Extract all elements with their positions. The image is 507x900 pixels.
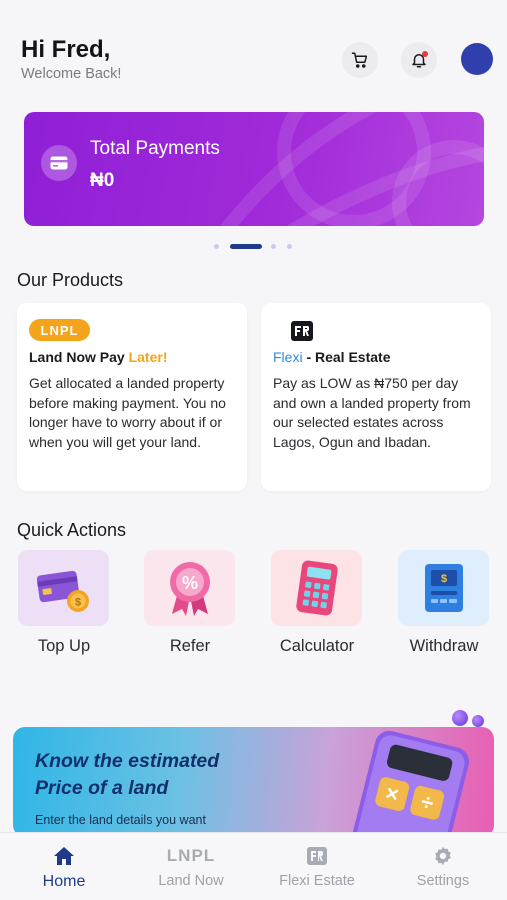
greeting-title: Hi Fred,	[21, 36, 111, 63]
promo-subtitle: Enter the land details you want	[35, 813, 206, 827]
credit-card-icon	[50, 156, 68, 170]
heading-accent: Flexi	[273, 349, 303, 365]
atm-icon: $	[424, 564, 463, 612]
header: Hi Fred, Welcome Back!	[0, 0, 507, 100]
product-card-heading: Land Now Pay Later!	[29, 349, 167, 365]
tab-icon-wrap	[393, 845, 493, 867]
promo-title: Know the estimated Price of a land	[35, 750, 220, 799]
action-top-up[interactable]: $ Top Up	[18, 550, 110, 656]
calculator-icon	[295, 560, 338, 616]
tab-home[interactable]: Home	[14, 845, 114, 891]
banner-pattern	[219, 112, 484, 226]
tab-icon-wrap: LNPL	[141, 845, 241, 867]
lnpl-logo-icon: LNPL	[166, 846, 216, 865]
product-card-heading: Flexi - Real Estate	[273, 349, 391, 365]
tab-settings[interactable]: Settings	[393, 845, 493, 889]
lnpl-logo: LNPL	[29, 319, 90, 341]
total-payments-label: Total Payments	[90, 138, 220, 159]
action-withdraw[interactable]: $ Withdraw	[398, 550, 490, 656]
tab-label: Land Now	[158, 873, 224, 889]
land-price-estimator-banner[interactable]: × ÷ Know the estimated Price of a land E…	[13, 727, 494, 837]
decor-bubble	[452, 710, 468, 726]
banner-card-icon-wrap	[41, 145, 77, 181]
product-card-description: Get allocated a landed property before m…	[29, 375, 226, 450]
action-label: Calculator	[279, 637, 355, 655]
calculator-illustration: × ÷	[350, 730, 470, 837]
tab-label: Home	[42, 873, 86, 890]
flexi-logo	[291, 321, 313, 341]
flexi-estate-icon	[307, 847, 327, 865]
cart-button[interactable]	[342, 42, 378, 78]
product-card-lnpl[interactable]: LNPL Land Now Pay Later! Get allocated a…	[17, 303, 247, 491]
gear-icon	[435, 846, 451, 866]
bottom-tab-bar: Home LNPL Land Now Flexi Estate Settings	[0, 832, 507, 900]
product-card-description: Pay as LOW as ₦750 per day and own a lan…	[273, 375, 471, 450]
svg-text:$: $	[74, 597, 80, 609]
action-label: Refer	[169, 637, 211, 655]
products-section-title: Our Products	[17, 270, 124, 290]
tab-label: Flexi Estate	[279, 873, 355, 889]
notifications-button[interactable]	[401, 42, 437, 78]
tab-flexi-estate[interactable]: Flexi Estate	[267, 845, 367, 889]
tab-land-now[interactable]: LNPL Land Now	[141, 845, 241, 889]
flexi-logo-mark	[295, 326, 309, 336]
total-payments-card[interactable]: Total Payments ₦0	[24, 112, 484, 226]
product-card-flexi[interactable]: Flexi - Real Estate Pay as LOW as ₦750 p…	[261, 303, 491, 491]
action-calculator[interactable]: Calculator	[271, 550, 363, 656]
welcome-subtitle: Welcome Back!	[21, 66, 122, 82]
avatar[interactable]	[461, 43, 493, 75]
action-refer[interactable]: % Refer	[144, 550, 236, 656]
carousel-indicator	[0, 244, 507, 250]
action-label: Top Up	[37, 637, 91, 655]
total-payments-amount: ₦0	[90, 170, 115, 191]
carousel-dot[interactable]	[271, 244, 276, 249]
carousel-dot[interactable]	[214, 244, 219, 249]
svg-text:$: $	[440, 573, 446, 585]
home-icon	[54, 847, 74, 865]
heading-main: - Real Estate	[302, 349, 391, 365]
action-tile[interactable]: %	[144, 550, 235, 626]
shopping-cart-icon	[351, 52, 368, 68]
tab-label: Settings	[416, 873, 470, 889]
action-tile[interactable]: $	[18, 550, 109, 626]
action-label: Withdraw	[409, 637, 479, 655]
tab-icon-wrap	[267, 845, 367, 867]
carousel-dot-active[interactable]	[230, 244, 262, 249]
heading-main: Land Now Pay	[29, 349, 129, 365]
svg-text:%: %	[181, 573, 197, 593]
quick-actions-title: Quick Actions	[17, 520, 127, 540]
tab-icon-wrap	[14, 845, 114, 867]
action-tile[interactable]: $	[398, 550, 489, 626]
heading-accent: Later!	[128, 349, 168, 365]
notification-dot	[422, 51, 428, 57]
action-tile[interactable]	[271, 550, 362, 626]
card-coin-icon: $	[36, 570, 89, 612]
decor-bubble	[472, 715, 484, 727]
percent-badge-icon: %	[169, 562, 210, 616]
carousel-dot[interactable]	[287, 244, 292, 249]
